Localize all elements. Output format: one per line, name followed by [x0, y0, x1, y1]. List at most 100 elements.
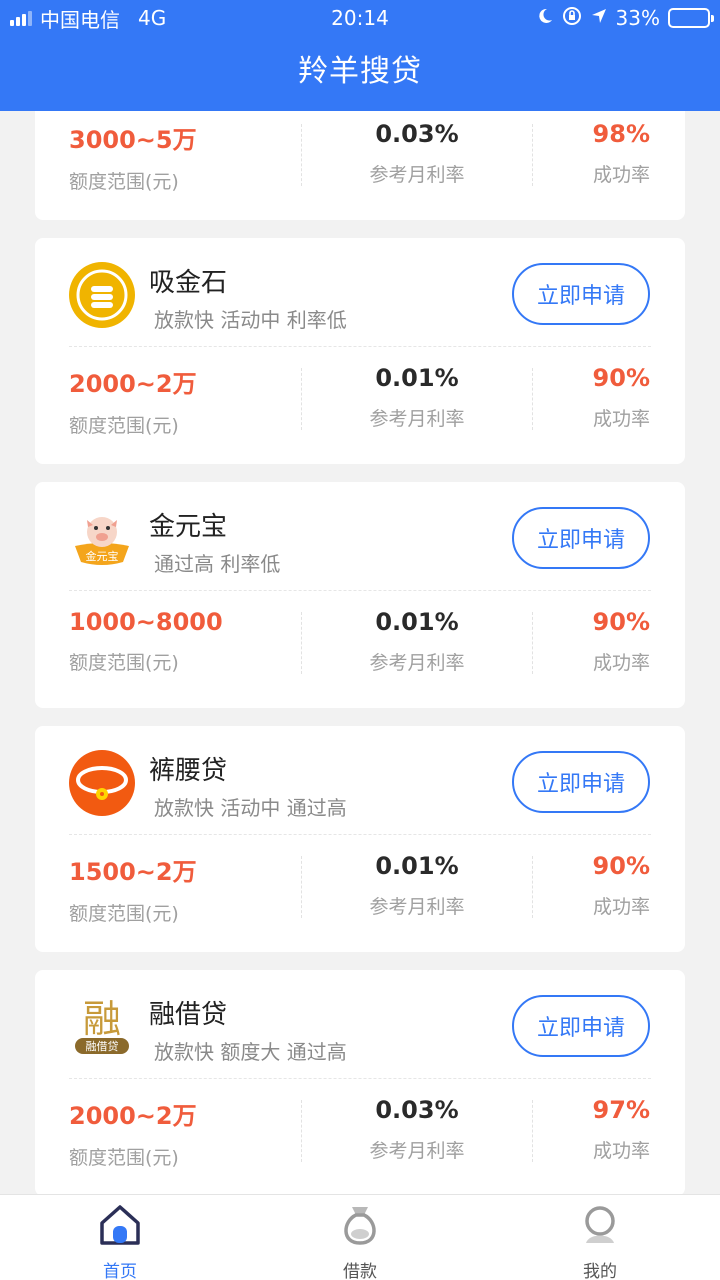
svg-text:金元宝: 金元宝 — [86, 549, 119, 563]
loan-tags: 放款快 活动中 通过高 — [154, 796, 347, 820]
tab-profile[interactable]: 我的 — [480, 1195, 720, 1280]
money-bag-icon — [337, 1203, 383, 1251]
rate-value: 0.01% — [375, 608, 459, 636]
tab-home-label: 首页 — [103, 1262, 137, 1280]
rate-stat: 0.01% 参考月利率 — [301, 608, 533, 678]
bottom-tab-bar: 首页 借款 我的 — [0, 1194, 720, 1280]
apply-button[interactable]: 立即申请 — [512, 995, 650, 1057]
success-value: 98% — [592, 120, 650, 148]
loan-card[interactable]: 融融借贷 融借贷 放款快 额度大 通过高 立即申请 2000~2万 额度范围(元) 0.03… — [35, 970, 685, 1194]
loan-stats: 2000~2万额度范围(元) 0.01% 参考月利率 90% 成功率 — [35, 364, 685, 437]
loan-list-viewport[interactable]: 立即申请3000~5万额度范围(元)0.03%参考月利率98%成功率吸金石放款快… — [0, 111, 720, 1194]
top-bar: 中国电信 4G 20:14 33% 羚羊搜贷 — [0, 0, 720, 111]
amount-stat: 1500~2万额度范围(元) — [35, 852, 301, 925]
amount-value: 3000~5万 — [69, 126, 197, 154]
pig-ingot-icon: 金元宝 — [69, 506, 135, 572]
loan-stats: 3000~5万额度范围(元) 0.03% 参考月利率 98% 成功率 — [35, 120, 685, 193]
success-value: 90% — [592, 364, 650, 392]
apply-button[interactable]: 立即申请 — [512, 751, 650, 813]
amount-stat: 2000~2万额度范围(元) — [35, 1096, 301, 1169]
tab-home[interactable]: 首页 — [0, 1195, 240, 1280]
amount-stat: 1000~8000 额度范围(元) — [35, 608, 301, 678]
success-value: 97% — [592, 1096, 650, 1124]
battery-percent: 33% — [615, 6, 660, 30]
card-divider — [69, 346, 651, 347]
success-label: 成功率 — [592, 164, 650, 186]
rate-label: 参考月利率 — [369, 164, 465, 186]
loan-stats: 1000~8000 额度范围(元) 0.01% 参考月利率 90% 成功率 — [35, 608, 685, 678]
gold-coin-icon — [69, 262, 135, 328]
loan-card[interactable]: 吸金石放款快 活动中 利率低 立即申请 2000~2万额度范围(元) 0.01% 参考月… — [35, 238, 685, 464]
amount-label: 额度范围(元) — [69, 652, 179, 674]
battery-icon — [668, 8, 714, 28]
loan-tags: 放款快 额度大 通过高 — [154, 1040, 347, 1064]
success-stat: 97% 成功率 — [533, 1096, 685, 1166]
belt-icon — [69, 750, 135, 816]
rate-label: 参考月利率 — [369, 896, 465, 918]
rate-stat: 0.01% 参考月利率 — [301, 364, 533, 434]
tab-loan[interactable]: 借款 — [240, 1195, 480, 1280]
loan-stats: 1500~2万额度范围(元) 0.01% 参考月利率 90% 成功率 — [35, 852, 685, 925]
amount-stat: 3000~5万额度范围(元) — [35, 120, 301, 193]
svg-text:融借贷: 融借贷 — [86, 1039, 119, 1053]
rate-value: 0.03% — [375, 1096, 459, 1124]
page-title: 羚羊搜贷 — [298, 54, 422, 89]
tab-loan-label: 借款 — [343, 1262, 377, 1280]
network-label: 4G — [138, 6, 167, 30]
amount-label: 额度范围(元) — [69, 171, 179, 193]
amount-label: 额度范围(元) — [69, 415, 179, 437]
amount-value: 1000~8000 — [69, 608, 223, 636]
success-stat: 98% 成功率 — [533, 120, 685, 190]
rate-stat: 0.03% 参考月利率 — [301, 1096, 533, 1166]
rate-value: 0.01% — [375, 364, 459, 392]
user-icon — [577, 1203, 623, 1251]
success-label: 成功率 — [592, 896, 650, 918]
loan-card[interactable]: 立即申请3000~5万额度范围(元)0.03%参考月利率98%成功率 — [35, 111, 685, 220]
status-bar: 中国电信 4G 20:14 33% — [0, 0, 720, 36]
rate-value: 0.01% — [375, 852, 459, 880]
loan-name: 吸金石 — [149, 268, 228, 298]
success-stat: 90% 成功率 — [533, 608, 685, 678]
success-value: 90% — [592, 852, 650, 880]
amount-stat: 2000~2万额度范围(元) — [35, 364, 301, 437]
loan-name: 裤腰贷 — [149, 756, 228, 786]
loan-list: 立即申请3000~5万额度范围(元)0.03%参考月利率98%成功率吸金石放款快… — [35, 111, 685, 1194]
success-label: 成功率 — [592, 1140, 650, 1162]
signal-icon — [10, 10, 32, 26]
loan-card[interactable]: 裤腰贷放款快 活动中 通过高 立即申请 1500~2万额度范围(元) 0.01% 参考月… — [35, 726, 685, 952]
amount-label: 额度范围(元) — [69, 903, 179, 925]
rate-stat: 0.01% 参考月利率 — [301, 852, 533, 922]
apply-button[interactable]: 立即申请 — [512, 507, 650, 569]
moon-icon — [536, 6, 554, 30]
success-label: 成功率 — [592, 652, 650, 674]
rotation-lock-icon — [562, 6, 582, 31]
amount-label: 额度范围(元) — [69, 1147, 179, 1169]
success-stat: 90% 成功率 — [533, 364, 685, 434]
success-stat: 90% 成功率 — [533, 852, 685, 922]
tab-profile-label: 我的 — [583, 1262, 617, 1280]
carrier-label: 中国电信 — [40, 7, 120, 32]
amount-value: 2000~2万 — [69, 370, 197, 398]
success-value: 90% — [592, 608, 650, 636]
loan-stats: 2000~2万额度范围(元) 0.03% 参考月利率 97% 成功率 — [35, 1096, 685, 1169]
card-divider — [69, 834, 651, 835]
rong-icon: 融融借贷 — [69, 994, 135, 1060]
rate-label: 参考月利率 — [369, 408, 465, 430]
apply-button[interactable]: 立即申请 — [512, 263, 650, 325]
location-icon — [590, 6, 608, 30]
rate-label: 参考月利率 — [369, 1140, 465, 1162]
rate-stat: 0.03% 参考月利率 — [301, 120, 533, 190]
success-label: 成功率 — [592, 408, 650, 430]
loan-card[interactable]: 金元宝 金元宝 通过高 利率低 立即申请 1000~8000 额度范围(元) 0.01% 参考… — [35, 482, 685, 708]
svg-text:融: 融 — [83, 997, 121, 1041]
amount-value: 1500~2万 — [69, 858, 197, 886]
card-divider — [69, 1078, 651, 1079]
rate-value: 0.03% — [375, 120, 459, 148]
rate-label: 参考月利率 — [369, 652, 465, 674]
loan-name: 金元宝 — [149, 512, 228, 542]
card-divider — [69, 590, 651, 591]
amount-value: 2000~2万 — [69, 1102, 197, 1130]
loan-tags: 放款快 活动中 利率低 — [154, 308, 347, 332]
loan-tags: 通过高 利率低 — [154, 552, 281, 576]
home-icon — [97, 1203, 143, 1251]
